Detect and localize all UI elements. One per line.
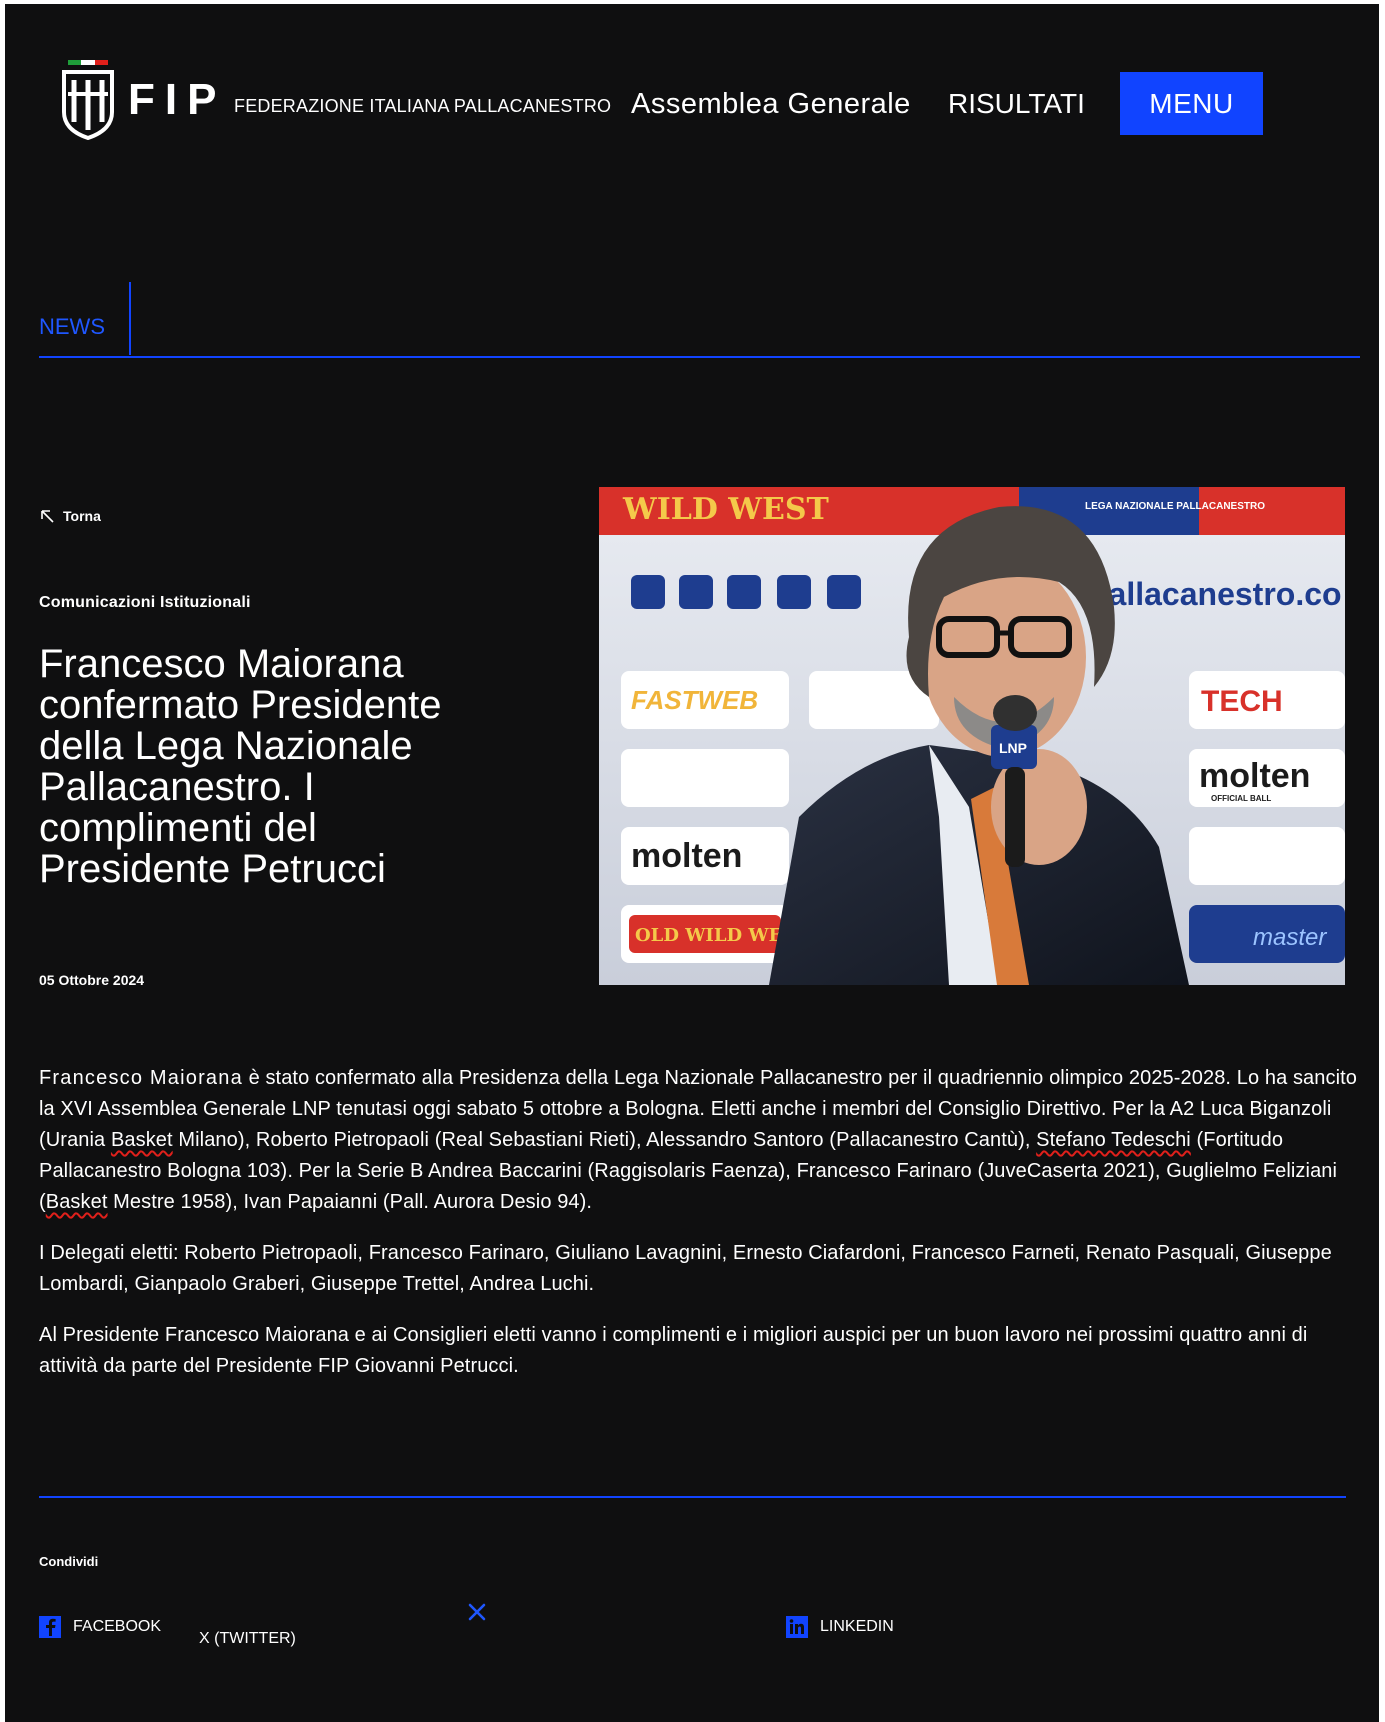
- sponsor-molten-sub-text: OFFICIAL BALL: [1211, 794, 1271, 803]
- page: FIP FEDERAZIONE ITALIANA PALLACANESTRO A…: [5, 4, 1379, 1722]
- share-label: Condividi: [39, 1554, 99, 1569]
- fip-logo[interactable]: FIP: [60, 60, 226, 140]
- nav-link-assemblea[interactable]: Assemblea Generale: [631, 88, 911, 121]
- share-twitter-link[interactable]: X (TWITTER): [199, 1630, 296, 1648]
- share-linkedin-label: LINKEDIN: [820, 1618, 894, 1635]
- article-hero-image: WILD WEST LEGA NAZIONALE PALLACANESTRO p…: [599, 487, 1345, 985]
- menu-button[interactable]: MENU: [1120, 72, 1263, 135]
- arrow-up-left-icon: [41, 510, 54, 523]
- federation-name: FEDERAZIONE ITALIANA PALLACANESTRO: [234, 96, 612, 116]
- banner-lnp-text: LEGA NAZIONALE PALLACANESTRO: [1085, 501, 1265, 512]
- article-paragraph-2: I Delegati eletti: Roberto Pietropaoli, …: [39, 1242, 1332, 1295]
- section-divider: [39, 356, 1360, 358]
- tab-news[interactable]: NEWS: [39, 314, 105, 340]
- x-twitter-icon[interactable]: [467, 1602, 487, 1622]
- article-date: 05 Ottobre 2024: [39, 972, 145, 988]
- site-header: FIP FEDERAZIONE ITALIANA PALLACANESTRO A…: [5, 4, 1379, 184]
- sponsor-master-text: master: [1253, 924, 1327, 951]
- logo-wordmark: FIP: [128, 75, 227, 124]
- mic-flag-text: LNP: [999, 740, 1027, 756]
- banner-wild-west-text: WILD WEST: [622, 492, 830, 527]
- misspelled-word: Basket: [110, 1129, 173, 1151]
- share-divider: [39, 1496, 1346, 1498]
- sponsor-fastweb-text: FASTWEB: [631, 685, 758, 715]
- misspelled-word: Stefano Tedeschi: [1036, 1129, 1191, 1151]
- banner-website-text: pallacanestro.co: [1089, 576, 1342, 612]
- hero-photo: WILD WEST LEGA NAZIONALE PALLACANESTRO p…: [599, 487, 1345, 985]
- article-category: Comunicazioni Istituzionali: [39, 594, 251, 611]
- misspelled-word: Basket: [45, 1191, 108, 1213]
- article-title: Francesco Maiorana confermato Presidente…: [39, 642, 442, 891]
- lead-name: Francesco Maiorana: [39, 1067, 243, 1089]
- share-linkedin-link[interactable]: LINKEDIN: [786, 1616, 894, 1638]
- share-facebook-link[interactable]: FACEBOOK: [39, 1616, 161, 1638]
- paragraph-1-text-b: Milano), Roberto Pietropaoli (Real Sebas…: [172, 1129, 1037, 1151]
- tab-divider: [129, 282, 131, 355]
- linkedin-icon: [786, 1616, 808, 1638]
- share-facebook-label: FACEBOOK: [73, 1618, 162, 1635]
- sponsor-molten-left-text: molten: [631, 837, 742, 875]
- article-body: Francesco Maiorana è stato confermato al…: [39, 1063, 1359, 1402]
- fip-shield-icon: [62, 60, 114, 140]
- back-link-label: Torna: [63, 508, 101, 524]
- sponsor-tech-text: TECH: [1201, 685, 1283, 718]
- back-link[interactable]: Torna: [39, 508, 101, 524]
- article-paragraph-1: Francesco Maiorana è stato confermato al…: [39, 1063, 1359, 1218]
- facebook-icon: [39, 1616, 61, 1638]
- nav-link-risultati[interactable]: RISULTATI: [948, 88, 1085, 120]
- article-paragraph-3: Al Presidente Francesco Maiorana e ai Co…: [39, 1324, 1308, 1377]
- paragraph-1-text-d: Mestre 1958), Ivan Papaianni (Pall. Auro…: [107, 1191, 593, 1213]
- sponsor-molten-right-text: molten: [1199, 757, 1310, 795]
